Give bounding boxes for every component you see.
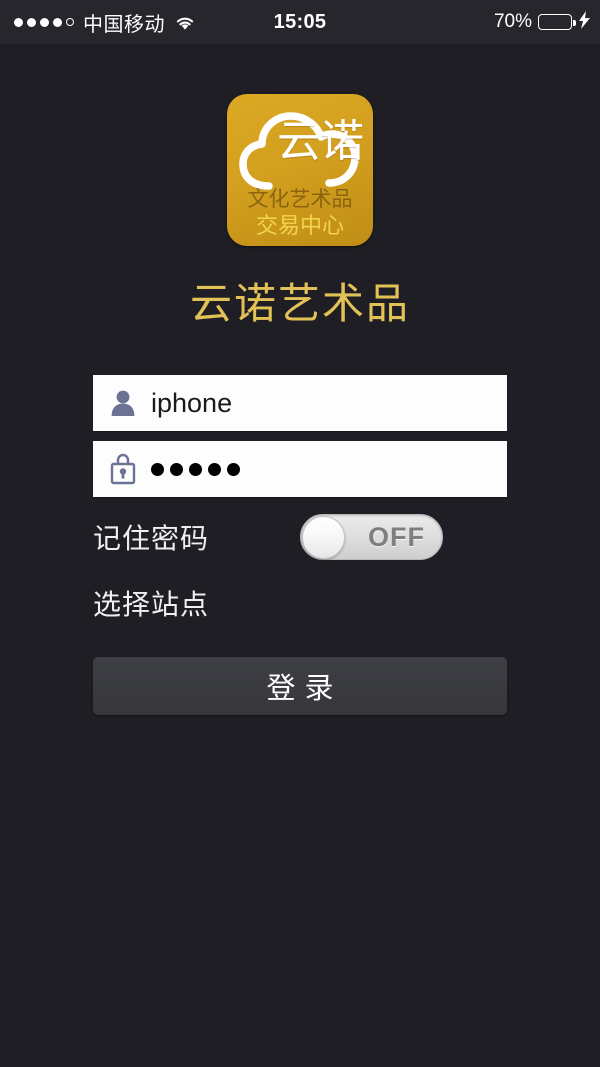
username-field[interactable]: iphone [93, 375, 507, 431]
battery-icon [538, 14, 576, 30]
password-input-value[interactable] [151, 462, 240, 476]
remember-password-toggle[interactable]: OFF [300, 514, 443, 560]
logo-subtitle-1: 文化艺术品 [247, 187, 353, 211]
remember-password-row: 记住密码 OFF [93, 511, 507, 563]
password-mask-dot [189, 462, 202, 476]
login-screen: 中国移动 15:05 70% 云诺 文化艺术品 交易中心 云诺艺术品 iphon… [0, 0, 600, 1067]
logo-tile: 云诺 文化艺术品 交易中心 [227, 94, 373, 246]
status-bar: 中国移动 15:05 70% [0, 0, 600, 44]
charging-bolt-icon [579, 11, 590, 33]
status-bar-right: 70% [494, 11, 590, 33]
app-logo: 云诺 文化艺术品 交易中心 [0, 94, 600, 246]
logo-subtitle-2: 交易中心 [255, 214, 344, 239]
username-input-value[interactable]: iphone [151, 388, 232, 419]
user-icon [107, 386, 139, 420]
password-field[interactable] [93, 441, 507, 497]
lock-icon [107, 452, 139, 486]
password-mask-dot [208, 462, 221, 476]
page-title: 云诺艺术品 [189, 279, 410, 328]
toggle-state-label: OFF [368, 521, 425, 552]
select-site-label: 选择站点 [93, 588, 210, 621]
password-mask-dot [227, 462, 240, 476]
battery-percent-label: 70% [493, 11, 532, 32]
logo-brand-text: 云诺 [277, 116, 364, 167]
login-button[interactable]: 登录 [93, 657, 507, 715]
password-mask-dot [170, 462, 183, 476]
password-mask-dot [151, 462, 164, 476]
select-site-row[interactable]: 选择站点 [93, 578, 507, 628]
remember-password-label: 记住密码 [93, 522, 210, 555]
toggle-knob[interactable] [302, 516, 345, 559]
